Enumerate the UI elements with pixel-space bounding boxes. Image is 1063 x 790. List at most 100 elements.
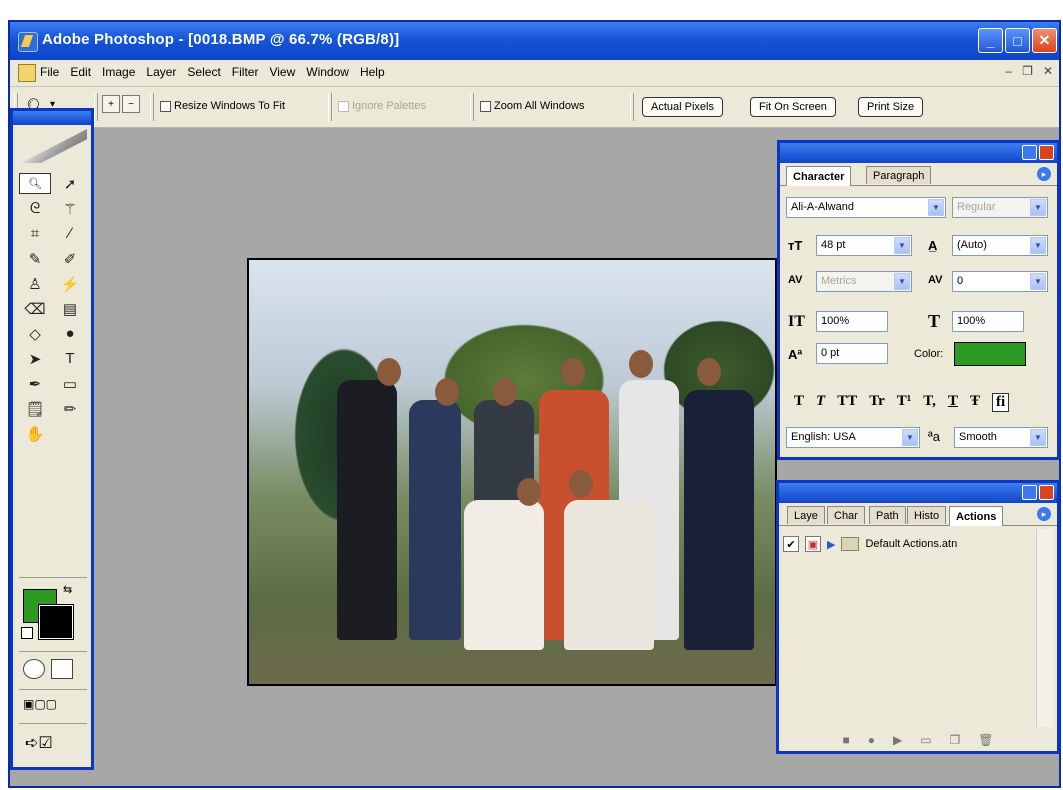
play-icon[interactable]: ▶ [893, 733, 902, 747]
eraser-tool-icon[interactable]: ⌫ [19, 298, 51, 319]
healing-brush-tool-icon[interactable]: ✎ [19, 248, 51, 269]
new-set-icon[interactable]: ▭ [920, 733, 931, 747]
toggle-item-icon[interactable]: ✔ [783, 536, 799, 552]
menu-view[interactable]: View [269, 65, 295, 79]
path-selection-tool-icon[interactable]: ➤ [19, 348, 51, 369]
eyedropper-tool-icon[interactable]: ✏ [54, 398, 86, 419]
tab-paths[interactable]: Path [869, 506, 906, 524]
chevron-down-icon[interactable]: ▼ [1030, 237, 1046, 254]
tab-history[interactable]: Histo [907, 506, 947, 524]
list-item[interactable]: ✔ ▣ ▶ Default Actions.atn [783, 533, 1053, 555]
language-select[interactable]: English: USA ▼ [786, 427, 920, 448]
menu-edit[interactable]: Edit [70, 65, 91, 79]
pen-tool-icon[interactable]: ✒ [19, 373, 51, 394]
standard-mode-icon[interactable] [23, 659, 45, 679]
checkbox-box[interactable] [480, 100, 491, 112]
text-color-swatch[interactable] [954, 342, 1026, 366]
strikethrough-button[interactable]: Ŧ [970, 393, 980, 412]
faux-italic-button[interactable]: T [816, 393, 825, 412]
title-bar[interactable]: Adobe Photoshop - [0018.BMP @ 66.7% (RGB… [10, 22, 1059, 60]
panel-menu-icon[interactable]: ▸ [1037, 507, 1051, 521]
checkbox-box[interactable] [160, 100, 171, 112]
minimize-button[interactable]: _ [978, 28, 1003, 53]
doc-restore-icon[interactable]: ❐ [1022, 64, 1033, 78]
record-icon[interactable]: ● [868, 733, 875, 747]
zoom-all-windows-checkbox[interactable]: Zoom All Windows [480, 100, 584, 112]
menu-help[interactable]: Help [360, 65, 385, 79]
zoom-tool-icon[interactable]: 🔍︎ [19, 173, 51, 194]
gradient-tool-icon[interactable]: ▤ [54, 298, 86, 319]
leading-select[interactable]: (Auto) ▼ [952, 235, 1048, 256]
ligatures-button[interactable]: fi [991, 393, 1010, 412]
stop-icon[interactable]: ■ [842, 733, 849, 747]
toolbox-header[interactable] [13, 111, 91, 125]
magic-wand-tool-icon[interactable]: ⚚ [54, 198, 86, 219]
font-family-select[interactable]: Ali-A-Alwand ▼ [786, 197, 946, 218]
antialias-select[interactable]: Smooth ▼ [954, 427, 1048, 448]
panel-menu-icon[interactable]: ▸ [1037, 167, 1051, 181]
baseline-shift-input[interactable]: 0 pt [816, 343, 888, 364]
panel-close-icon[interactable] [1039, 485, 1054, 500]
default-colors-icon[interactable] [21, 627, 33, 639]
menu-select[interactable]: Select [187, 65, 220, 79]
lasso-tool-icon[interactable]: ᘓ [19, 198, 51, 219]
tab-paragraph[interactable]: Paragraph [866, 166, 932, 184]
font-style-select[interactable]: Regular ▼ [952, 197, 1048, 218]
chevron-down-icon[interactable]: ▼ [1030, 199, 1046, 216]
vertical-scale-input[interactable]: 100% [816, 311, 888, 332]
feather-logo-icon[interactable] [21, 129, 87, 163]
tracking-select[interactable]: 0 ▼ [952, 271, 1048, 292]
chevron-down-icon[interactable]: ▼ [928, 199, 944, 216]
crop-tool-icon[interactable]: ⌗ [19, 223, 51, 244]
document-image[interactable] [247, 258, 777, 686]
chevron-down-icon[interactable]: ▼ [894, 273, 910, 290]
panel-minimize-icon[interactable] [1022, 145, 1037, 160]
jump-to-imageready-icon[interactable]: ➪☑ [25, 733, 53, 753]
font-size-select[interactable]: 48 pt ▼ [816, 235, 912, 256]
actions-panel-header[interactable] [779, 483, 1057, 503]
tab-character[interactable]: Character [786, 166, 852, 186]
blur-tool-icon[interactable]: ◇ [19, 323, 51, 344]
menu-file[interactable]: File [40, 65, 59, 79]
tab-channels[interactable]: Char [827, 506, 865, 524]
print-size-button[interactable]: Print Size [858, 97, 924, 117]
clone-stamp-tool-icon[interactable]: ♙ [19, 273, 51, 294]
tab-layers[interactable]: Laye [787, 506, 825, 524]
actions-scrollbar[interactable] [1036, 529, 1053, 727]
screen-mode-icons[interactable]: ▣▢▢ [23, 697, 57, 711]
panel-minimize-icon[interactable] [1022, 485, 1037, 500]
subscript-button[interactable]: T, [923, 393, 936, 412]
type-tool-icon[interactable]: T [54, 348, 86, 369]
menu-layer[interactable]: Layer [146, 65, 176, 79]
resize-windows-checkbox[interactable]: Resize Windows To Fit [160, 100, 285, 112]
horizontal-scale-input[interactable]: 100% [952, 311, 1024, 332]
document-icon[interactable] [18, 64, 36, 82]
chevron-down-icon[interactable]: ▼ [902, 429, 918, 446]
expand-triangle-icon[interactable]: ▶ [827, 538, 835, 551]
faux-bold-button[interactable]: T [794, 393, 804, 412]
zoom-out-icon[interactable]: − [122, 95, 140, 113]
tab-actions[interactable]: Actions [949, 506, 1004, 526]
underline-button[interactable]: T [948, 393, 958, 412]
slice-tool-icon[interactable]: ∕ [54, 223, 86, 244]
background-color-swatch[interactable] [38, 604, 74, 640]
dodge-tool-icon[interactable]: ● [54, 323, 86, 344]
new-action-icon[interactable]: ❐ [950, 733, 961, 747]
maximize-button[interactable]: □ [1005, 28, 1030, 53]
menu-window[interactable]: Window [306, 65, 349, 79]
doc-close-icon[interactable]: ✕ [1043, 64, 1053, 78]
notes-tool-icon[interactable]: 🗒︎ [19, 398, 51, 419]
quick-mask-mode-icon[interactable] [51, 659, 73, 679]
superscript-button[interactable]: T¹ [897, 393, 912, 412]
panel-close-icon[interactable] [1039, 145, 1054, 160]
actual-pixels-button[interactable]: Actual Pixels [642, 97, 723, 117]
all-caps-button[interactable]: TT [837, 393, 857, 412]
trash-icon[interactable]: 🗑︎ [978, 733, 993, 747]
swap-colors-icon[interactable]: ⇆ [63, 583, 72, 596]
zoom-in-icon[interactable]: + [102, 95, 120, 113]
doc-minimize-icon[interactable]: – [1005, 64, 1012, 78]
character-panel-header[interactable] [780, 143, 1057, 163]
shape-tool-icon[interactable]: ▭ [54, 373, 86, 394]
small-caps-button[interactable]: Tr [869, 393, 885, 412]
chevron-down-icon[interactable]: ▼ [894, 237, 910, 254]
